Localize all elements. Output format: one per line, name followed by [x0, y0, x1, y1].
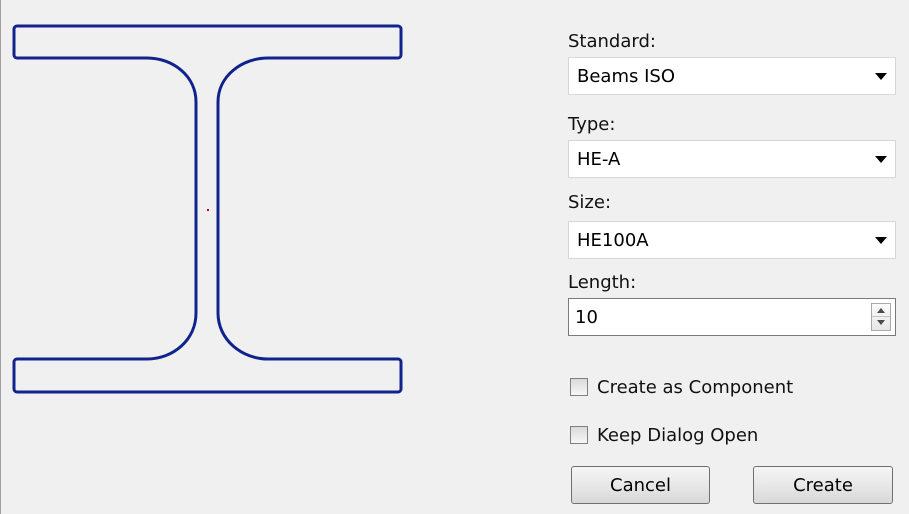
create-as-component-checkbox[interactable]: [570, 378, 588, 396]
length-label: Length:: [568, 272, 637, 293]
spin-down-icon: [877, 320, 885, 325]
length-spin-buttons[interactable]: [871, 303, 891, 331]
chevron-down-icon: [875, 73, 887, 80]
standard-select[interactable]: Beams ISO: [568, 57, 896, 95]
spin-down-button[interactable]: [872, 317, 890, 330]
keep-dialog-open-row[interactable]: Keep Dialog Open: [570, 424, 758, 446]
standard-select-value: Beams ISO: [577, 65, 675, 87]
type-select-value: HE-A: [577, 148, 621, 170]
create-button[interactable]: Create: [753, 466, 893, 504]
length-value: 10: [575, 306, 598, 328]
cancel-button[interactable]: Cancel: [571, 466, 710, 504]
beam-profile-preview: [12, 24, 403, 394]
type-select[interactable]: HE-A: [568, 140, 896, 178]
length-stepper[interactable]: 10: [568, 298, 896, 336]
size-select[interactable]: HE100A: [568, 221, 896, 259]
chevron-down-icon: [875, 156, 887, 163]
spin-up-icon: [877, 308, 885, 313]
spin-up-button[interactable]: [872, 304, 890, 317]
size-label: Size:: [568, 192, 612, 213]
center-mark: [207, 209, 209, 211]
keep-dialog-open-checkbox[interactable]: [570, 426, 588, 444]
size-select-value: HE100A: [577, 229, 649, 251]
standard-label: Standard:: [568, 31, 656, 52]
type-label: Type:: [568, 114, 616, 135]
keep-dialog-open-label: Keep Dialog Open: [597, 424, 759, 446]
create-as-component-label: Create as Component: [597, 376, 794, 398]
chevron-down-icon: [875, 237, 887, 244]
left-border: [0, 0, 1, 514]
beam-profile-dialog: Standard: Beams ISO Type: HE-A Size: HE1…: [0, 0, 909, 514]
create-as-component-row[interactable]: Create as Component: [570, 376, 793, 398]
